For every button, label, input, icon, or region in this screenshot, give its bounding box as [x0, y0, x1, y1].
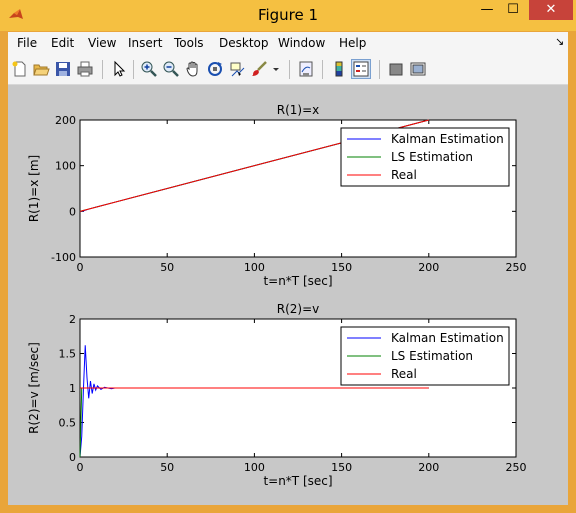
y-tick-label: 2 [69, 313, 76, 326]
y-tick-label: 0 [69, 205, 76, 218]
x-axis-label: t=n*T [sec] [263, 474, 332, 488]
brush-icon[interactable] [250, 60, 268, 78]
axes-2: 0 50 100 150 200 250 0 0.5 1 1.5 2 R(2)=v t=n*T [sec… [27, 302, 527, 488]
menu-tools[interactable]: Tools [174, 36, 204, 50]
hide-plot-tools-icon[interactable] [387, 60, 405, 78]
close-button[interactable]: ✕ [529, 0, 573, 20]
x-tick-label: 250 [506, 461, 527, 474]
menu-window[interactable]: Window [278, 36, 325, 50]
menu-edit[interactable]: Edit [51, 36, 74, 50]
toolbar-separator [379, 60, 380, 79]
zoom-in-icon[interactable] [140, 60, 158, 78]
y-tick-label: 1.5 [59, 348, 77, 361]
toolbar-separator [322, 60, 323, 79]
pointer-icon[interactable] [110, 60, 128, 78]
legend-entry: Real [391, 168, 417, 182]
y-axis-label: R(2)=v [m/sec] [27, 342, 41, 434]
x-tick-label: 150 [331, 461, 352, 474]
show-plot-tools-icon[interactable] [409, 60, 427, 78]
legend-entry: Kalman Estimation [391, 132, 504, 146]
legend-entry: LS Estimation [391, 150, 473, 164]
axes-title: R(2)=v [277, 302, 320, 316]
legend-entry: Real [391, 367, 417, 381]
figure-toolbar [8, 54, 568, 85]
menu-desktop[interactable]: Desktop [219, 36, 269, 50]
data-cursor-icon[interactable] [228, 60, 246, 78]
save-icon[interactable] [54, 60, 72, 78]
legend-entry: Kalman Estimation [391, 331, 504, 345]
open-file-icon[interactable] [32, 60, 50, 78]
toolbar-separator [133, 60, 134, 79]
legend-entry: LS Estimation [391, 349, 473, 363]
x-tick-label: 50 [160, 461, 174, 474]
plots-svg: 0 50 100 150 200 250-1000100200R(1)=xt=n*T [s… [27, 103, 527, 488]
x-tick-label: 100 [244, 461, 265, 474]
y-tick-label: 100 [55, 160, 76, 173]
insert-legend-icon[interactable] [351, 59, 371, 79]
figure-window: Figure 1 — ☐ ✕ File Edit View Insert Too… [0, 0, 576, 513]
pan-hand-icon[interactable] [184, 60, 202, 78]
figure-canvas: 0 50 100 150 200 250 -100 0 100 200 R(1)=x t=n*T [s… [8, 85, 568, 505]
x-tick-label: 0 [77, 261, 84, 274]
toolbar-separator [289, 60, 290, 79]
insert-colorbar-icon[interactable] [330, 60, 348, 78]
y-tick-label: -100 [51, 251, 76, 264]
menu-bar: File Edit View Insert Tools Desktop Wind… [8, 32, 568, 54]
menu-file[interactable]: File [17, 36, 37, 50]
link-plot-icon[interactable] [297, 60, 315, 78]
brush-dropdown-icon[interactable] [270, 60, 282, 78]
x-tick-label: 250 [506, 261, 527, 274]
maximize-button[interactable]: ☐ [500, 0, 526, 20]
x-tick-label: 100 [244, 261, 265, 274]
menu-help[interactable]: Help [339, 36, 366, 50]
menu-insert[interactable]: Insert [128, 36, 162, 50]
title-bar[interactable]: Figure 1 — ☐ ✕ [0, 0, 576, 31]
minimize-button[interactable]: — [474, 0, 500, 20]
y-tick-label: 1 [69, 382, 76, 395]
rotate-3d-icon[interactable] [206, 60, 224, 78]
x-tick-label: 0 [77, 461, 84, 474]
x-tick-label: 200 [418, 461, 439, 474]
new-figure-icon[interactable] [11, 60, 29, 78]
x-tick-label: 150 [331, 261, 352, 274]
zoom-out-icon[interactable] [162, 60, 180, 78]
x-tick-label: 50 [160, 261, 174, 274]
x-axis-label: t=n*T [sec] [263, 274, 332, 288]
print-icon[interactable] [76, 60, 94, 78]
dock-figure-button[interactable]: ↘ [555, 35, 564, 48]
y-tick-label: 0.5 [59, 417, 77, 430]
y-axis-label: R(1)=x [m] [27, 155, 41, 222]
toolbar-separator [102, 60, 103, 79]
x-tick-label: 200 [418, 261, 439, 274]
axes-title: R(1)=x [277, 103, 320, 117]
y-tick-label: 0 [69, 451, 76, 464]
axes-1: 0 50 100 150 200 250-1000100200R(1)=xt=n*T [s… [27, 103, 527, 288]
y-tick-label: 200 [55, 114, 76, 127]
menu-view[interactable]: View [88, 36, 116, 50]
